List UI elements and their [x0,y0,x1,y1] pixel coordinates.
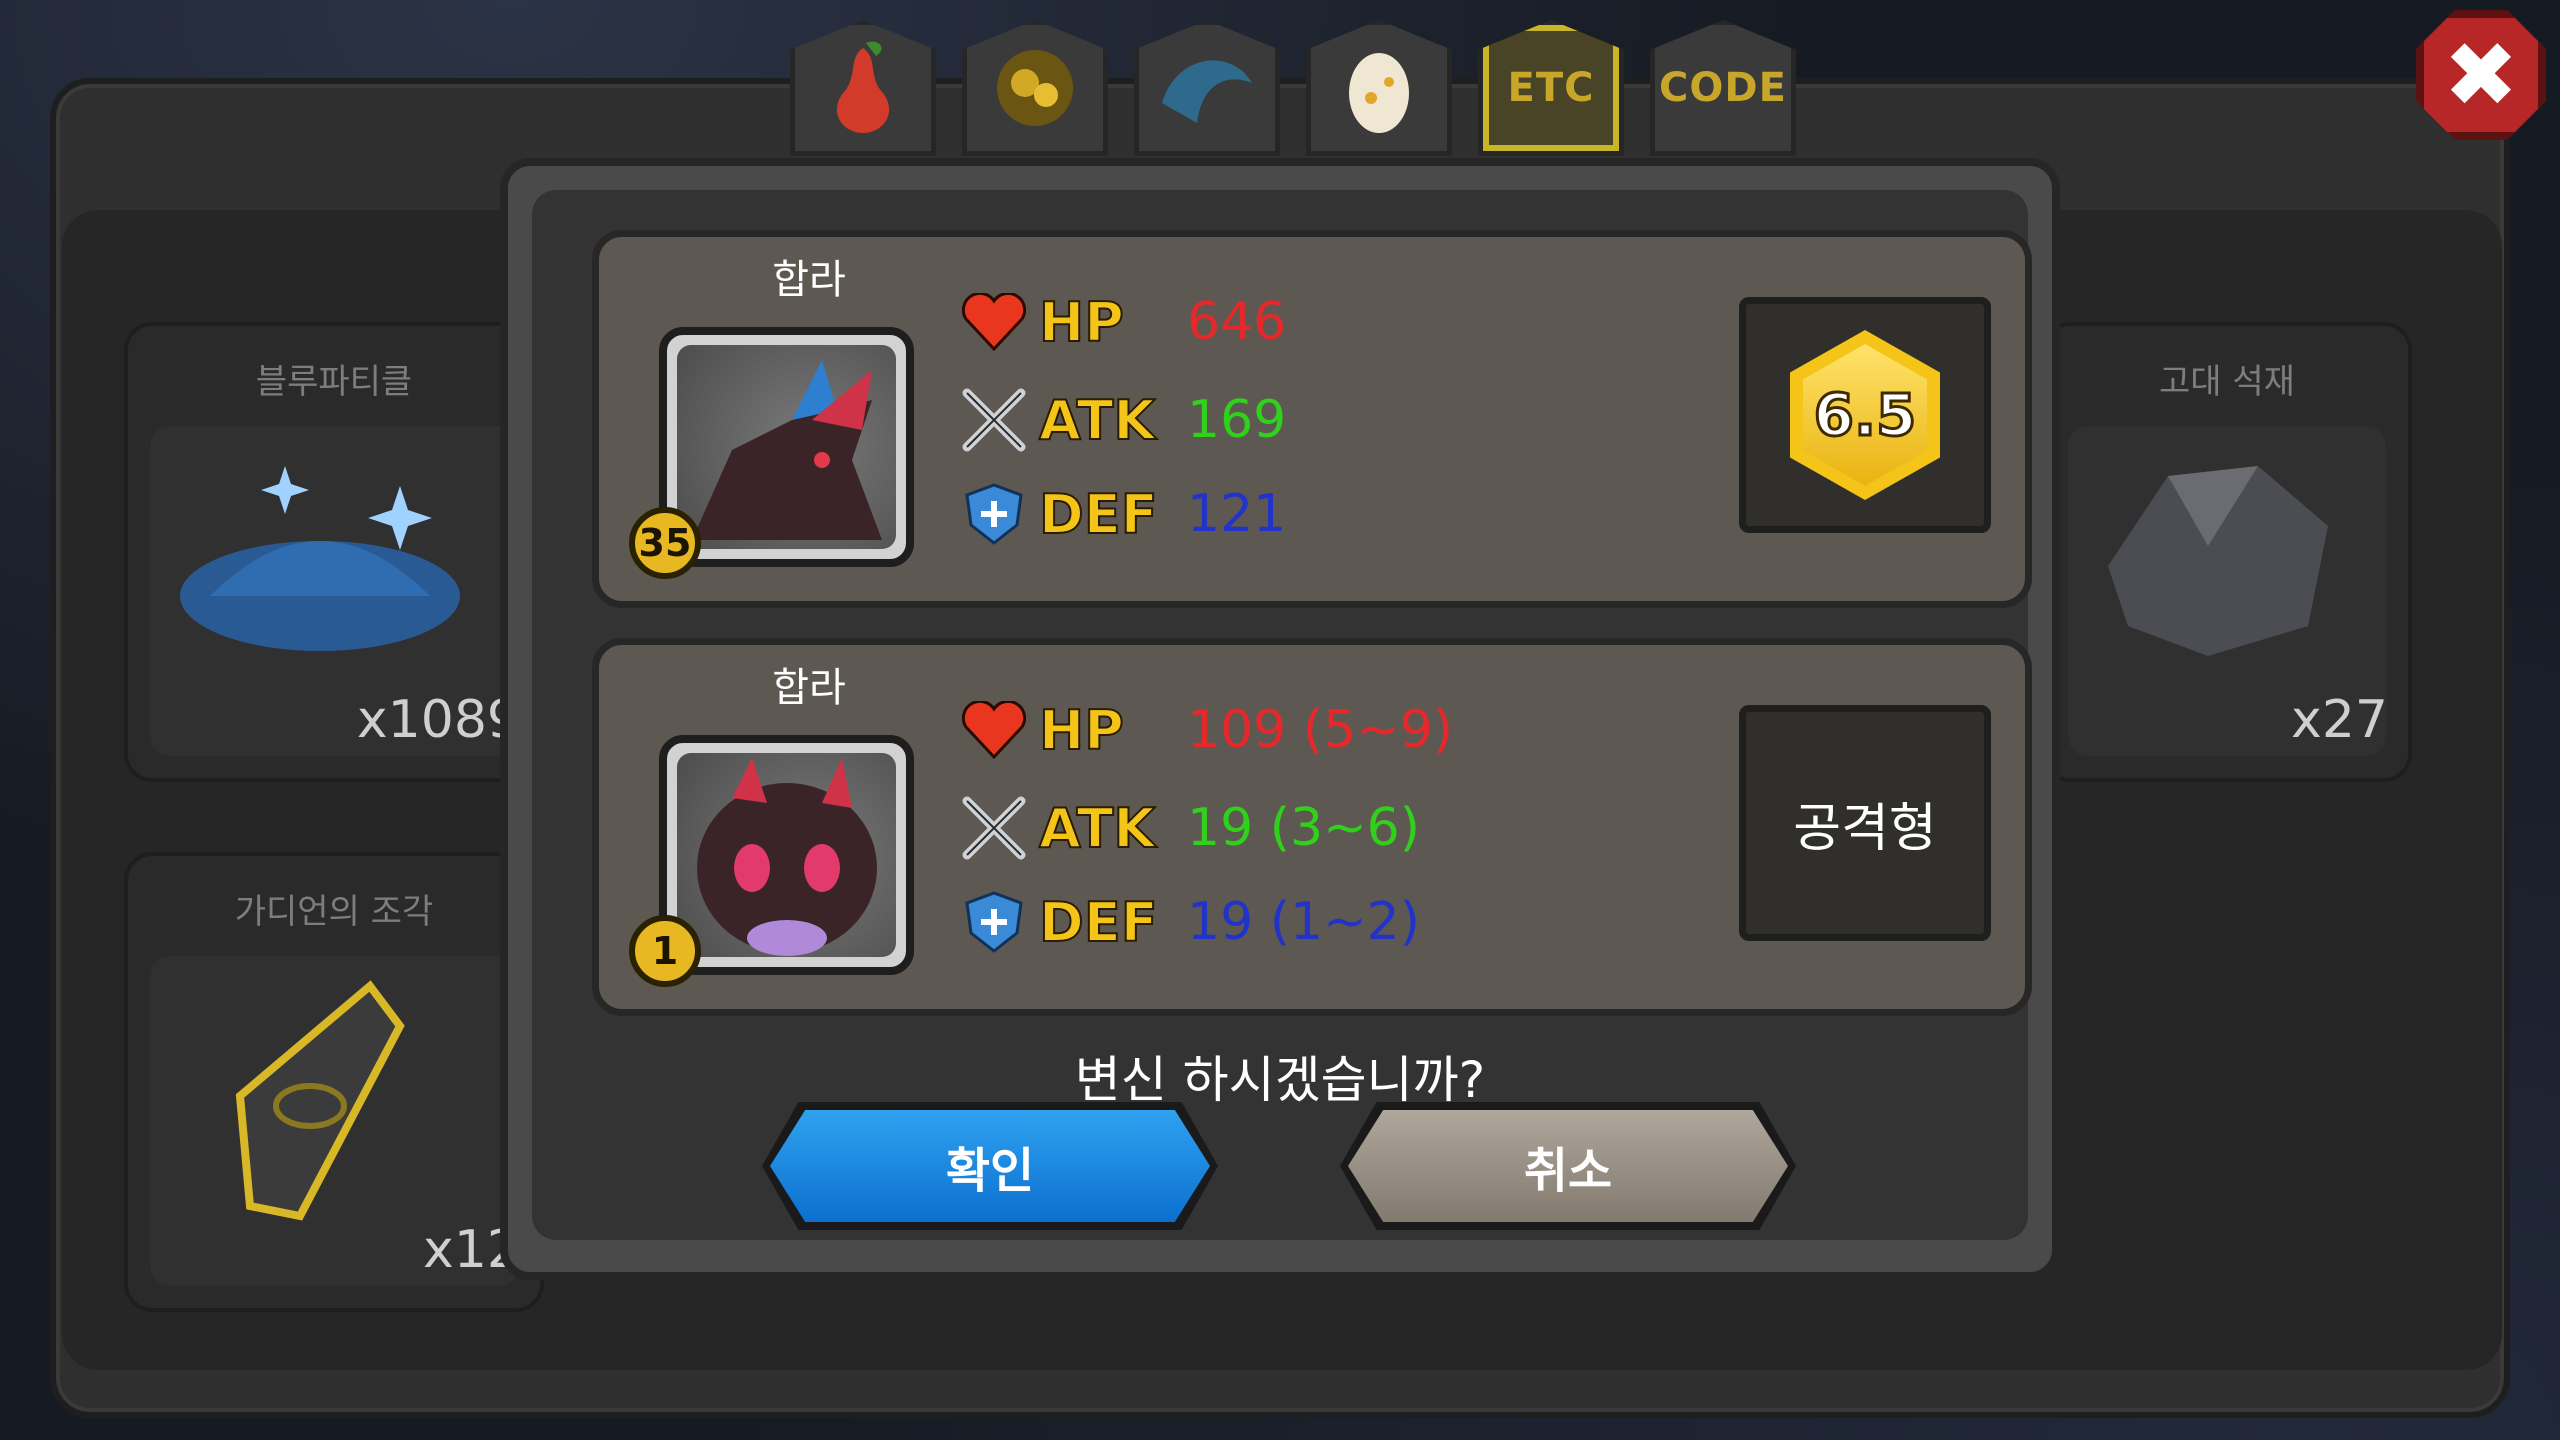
transform-prompt: 변신 하시겠습니까? [1074,1051,1486,1109]
gold-ore-icon [997,50,1073,126]
hp-value: 646 [1187,292,1287,352]
stat-card-transformed: 합라 1 HP 109 (5~9) ATK 19 (3~6) DEF 19 (1… [592,638,2032,1016]
item-count: x1089 [356,690,520,750]
atk-label: ATK [1038,388,1156,453]
item-card-blue-particle[interactable]: 블루파티클 x1089 [124,322,544,782]
hp-value: 109 (5~9) [1187,700,1454,760]
dragon-baby-icon [697,758,877,956]
confirm-button[interactable]: 확인 [770,1110,1210,1222]
dragon-adult-icon [692,360,882,540]
heart-icon [959,287,1029,357]
def-value: 121 [1187,484,1287,544]
type-label: 공격형 [1793,798,1937,859]
close-icon: ✖ [2443,22,2519,128]
crossed-swords-icon [959,793,1029,863]
pear-icon [836,41,890,133]
close-button[interactable]: ✖ [2416,10,2546,140]
def-value: 19 (1~2) [1187,892,1421,952]
creature-name: 합라 [772,665,846,711]
type-box: 공격형 [1739,705,1991,941]
item-card-ancient-stone[interactable]: 고대 석재 x27 [2042,322,2412,782]
item-title: 블루파티클 [255,362,413,402]
stat-hp: HP 109 (5~9) [959,695,1453,765]
cancel-button[interactable]: 취소 [1348,1110,1788,1222]
def-label: DEF [1038,890,1159,955]
level-badge: 1 [629,915,701,987]
shield-icon [959,479,1029,549]
grade-value: 6.5 [1803,344,1927,486]
crossed-swords-icon [959,385,1029,455]
hp-label: HP [1038,290,1125,355]
stat-def: DEF 19 (1~2) [959,887,1420,957]
shield-icon [959,887,1029,957]
atk-label: ATK [1038,796,1156,861]
creature-name: 합라 [772,257,846,303]
hp-label: HP [1038,698,1125,763]
item-title: 가디언의 조각 [234,892,434,932]
stat-hp: HP 646 [959,287,1286,357]
scale-icon [1162,60,1252,123]
atk-value: 169 [1187,390,1287,450]
atk-value: 19 (3~6) [1187,798,1421,858]
stat-card-current: 합라 35 HP 646 ATK 169 DEF 121 6.5 [592,230,2032,608]
def-label: DEF [1038,482,1159,547]
egg-icon [1349,53,1409,133]
heart-icon [959,695,1029,765]
grade-hexagon-icon: 6.5 [1790,330,1940,500]
stat-def: DEF 121 [959,479,1286,549]
stone-icon [2108,466,2328,656]
item-count: x27 [2291,690,2388,750]
stat-atk: ATK 19 (3~6) [959,793,1420,863]
level-badge: 35 [629,507,701,579]
item-title: 고대 석재 [2159,362,2295,402]
grade-box: 6.5 [1739,297,1991,533]
blue-particle-icon [180,466,460,651]
stat-atk: ATK 169 [959,385,1286,455]
